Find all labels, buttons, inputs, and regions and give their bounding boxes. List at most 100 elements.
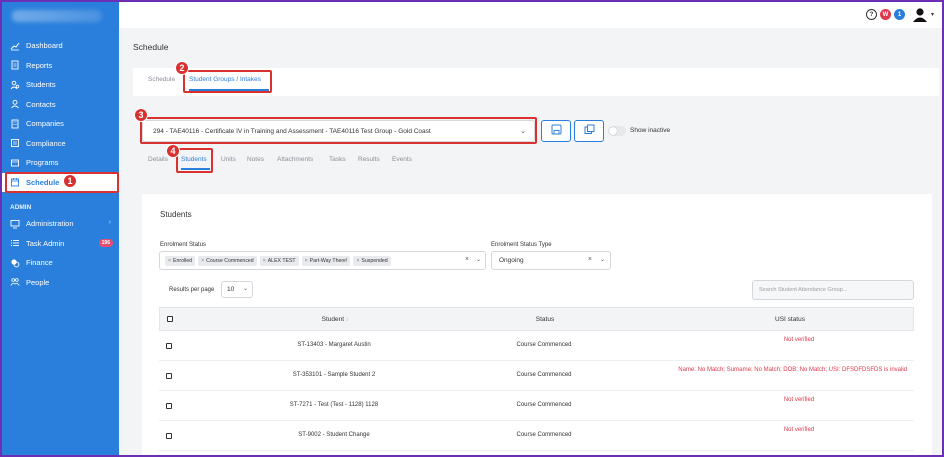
chevron-down-icon[interactable]: ⌄ xyxy=(476,256,481,263)
usi-status: Not verified xyxy=(783,427,815,433)
annotation-box-students-tab xyxy=(176,148,213,173)
subtab-results[interactable]: Results xyxy=(358,156,380,163)
sidebar-item-dashboard[interactable]: Dashboard xyxy=(2,36,119,56)
copy-icon xyxy=(584,122,595,140)
sidebar-nav: Dashboard Reports Students Contacts Comp… xyxy=(2,36,119,292)
remove-chip-icon[interactable]: × xyxy=(263,258,266,264)
clear-selection-icon[interactable]: × xyxy=(588,256,592,263)
sidebar-item-label: People xyxy=(26,277,50,287)
results-per-page-select[interactable]: 10 ⌄ xyxy=(221,281,253,298)
chip-label: Course Commenced xyxy=(206,257,254,264)
sidebar-item-companies[interactable]: Companies xyxy=(2,114,119,134)
app-window: Dashboard Reports Students Contacts Comp… xyxy=(2,2,942,455)
copy-group-button[interactable] xyxy=(574,120,604,142)
student-name[interactable]: ST-9002 - Student Change xyxy=(249,432,419,438)
student-name[interactable]: ST-7271 - Test (Test - 1128) 1128 xyxy=(249,402,419,408)
sidebar-item-label: Dashboard xyxy=(26,41,63,51)
annotation-number: 1 xyxy=(63,174,77,188)
user-menu-caret-icon[interactable]: ▾ xyxy=(931,11,934,18)
help-icon[interactable]: ? xyxy=(865,9,877,20)
sidebar-item-label: Programs xyxy=(26,158,59,168)
subtab-attachments[interactable]: Attachments xyxy=(277,156,313,163)
annotation-box-student-groups xyxy=(183,70,272,93)
subtab-details[interactable]: Details xyxy=(148,156,168,163)
annotation-box-group-select xyxy=(140,117,537,144)
top-actions: ? W 1 ▾ xyxy=(865,7,934,22)
row-checkbox[interactable] xyxy=(166,343,172,349)
tab-schedule[interactable]: Schedule xyxy=(148,76,175,83)
remove-chip-icon[interactable]: × xyxy=(168,258,171,264)
results-per-page-value: 10 xyxy=(227,286,235,293)
table-row[interactable]: ST-9002 - Student Change Course Commence… xyxy=(159,421,914,451)
enrolment-chip[interactable]: × ALEX TEST xyxy=(259,255,299,266)
chevron-down-icon: ⌄ xyxy=(242,286,248,292)
save-group-button[interactable] xyxy=(541,120,571,142)
clear-selection-icon[interactable]: × xyxy=(465,256,469,263)
student-name[interactable]: ST-13403 - Margaret Austin xyxy=(249,342,419,348)
enrolment-chip[interactable]: × Part-Way There! xyxy=(301,255,351,266)
column-header-usi-status[interactable]: USI status xyxy=(700,316,880,323)
sidebar-item-label: Finance xyxy=(26,258,53,268)
subtab-tasks[interactable]: Tasks xyxy=(329,156,346,163)
table-row[interactable]: ST-7271 - Test (Test - 1128) 1128 Course… xyxy=(159,391,914,421)
column-header-student[interactable]: Student ↕ xyxy=(250,316,420,323)
monitor-icon xyxy=(10,219,20,229)
table-row[interactable]: ST-353101 - Sample Student 2 Course Comm… xyxy=(159,361,914,391)
enrolment-chip[interactable]: × Enrolled xyxy=(165,255,196,266)
search-input[interactable]: Search Student Attendance Group... xyxy=(752,280,914,300)
row-checkbox[interactable] xyxy=(166,433,172,439)
students-icon xyxy=(10,80,20,90)
row-checkbox[interactable] xyxy=(166,373,172,379)
sidebar-item-label: Companies xyxy=(26,119,64,129)
enrolment-type-label: Enrolment Status Type xyxy=(491,242,552,248)
sidebar-item-programs[interactable]: Programs xyxy=(2,153,119,173)
remove-chip-icon[interactable]: × xyxy=(356,258,359,264)
enrolment-chip[interactable]: × Suspended xyxy=(353,255,391,266)
enrolment-type-value: Ongoing xyxy=(499,257,524,264)
enrolment-status-multiselect[interactable]: × Enrolled × Course Commenced × ALEX TEST ×… xyxy=(159,251,486,270)
sidebar-item-contacts[interactable]: Contacts xyxy=(2,95,119,115)
students-table: Student ↕ Status USI status ST-13403 - M… xyxy=(159,307,914,451)
annotation-box-schedule xyxy=(5,172,119,193)
notification-badge-blue[interactable]: 1 xyxy=(893,9,905,20)
notification-badge-red[interactable]: W xyxy=(879,9,891,20)
usi-status: Not verified xyxy=(783,337,815,343)
enrolment-status: Course Commenced xyxy=(516,402,572,408)
sidebar-item-reports[interactable]: Reports xyxy=(2,56,119,76)
search-placeholder: Search Student Attendance Group... xyxy=(759,287,848,293)
student-name[interactable]: ST-353101 - Sample Student 2 xyxy=(249,372,419,378)
select-all-checkbox[interactable] xyxy=(167,316,173,322)
remove-chip-icon[interactable]: × xyxy=(201,258,204,264)
task-count-badge: 196 xyxy=(98,238,113,247)
subtab-units[interactable]: Units xyxy=(221,156,236,163)
coins-icon xyxy=(10,258,20,268)
subtab-events[interactable]: Events xyxy=(392,156,412,163)
table-row[interactable]: ST-13403 - Margaret Austin Course Commen… xyxy=(159,331,914,361)
user-avatar-icon[interactable] xyxy=(912,7,928,22)
sidebar-item-administration[interactable]: Administration › xyxy=(2,214,119,234)
annotation-number: 3 xyxy=(134,108,148,122)
sidebar-item-label: Students xyxy=(26,80,56,90)
contacts-icon xyxy=(10,99,20,109)
sidebar-item-compliance[interactable]: Compliance xyxy=(2,134,119,154)
sidebar-item-label: Administration xyxy=(26,219,74,229)
show-inactive-toggle[interactable] xyxy=(608,126,626,136)
sidebar-item-people[interactable]: People xyxy=(2,273,119,293)
sidebar-item-label: Reports xyxy=(26,60,53,70)
column-header-label: Student xyxy=(321,316,345,323)
column-header-status[interactable]: Status xyxy=(460,316,630,323)
remove-chip-icon[interactable]: × xyxy=(305,258,308,264)
enrolment-type-select[interactable]: Ongoing × ⌄ xyxy=(491,251,611,270)
subtab-notes[interactable]: Notes xyxy=(247,156,264,163)
sidebar-item-label: Task Admin xyxy=(26,238,65,248)
enrolment-status: Course Commenced xyxy=(516,342,572,348)
sidebar-item-task-admin[interactable]: Task Admin 196 xyxy=(2,234,119,254)
sidebar-item-finance[interactable]: Finance xyxy=(2,253,119,273)
usi-status: Not verified xyxy=(783,397,815,403)
chevron-down-icon[interactable]: ⌄ xyxy=(600,256,605,263)
row-checkbox[interactable] xyxy=(166,403,172,409)
sidebar-item-students[interactable]: Students xyxy=(2,75,119,95)
enrolment-chip[interactable]: × Course Commenced xyxy=(198,255,257,266)
programs-icon xyxy=(10,158,20,168)
sidebar-item-label: Compliance xyxy=(26,138,66,148)
